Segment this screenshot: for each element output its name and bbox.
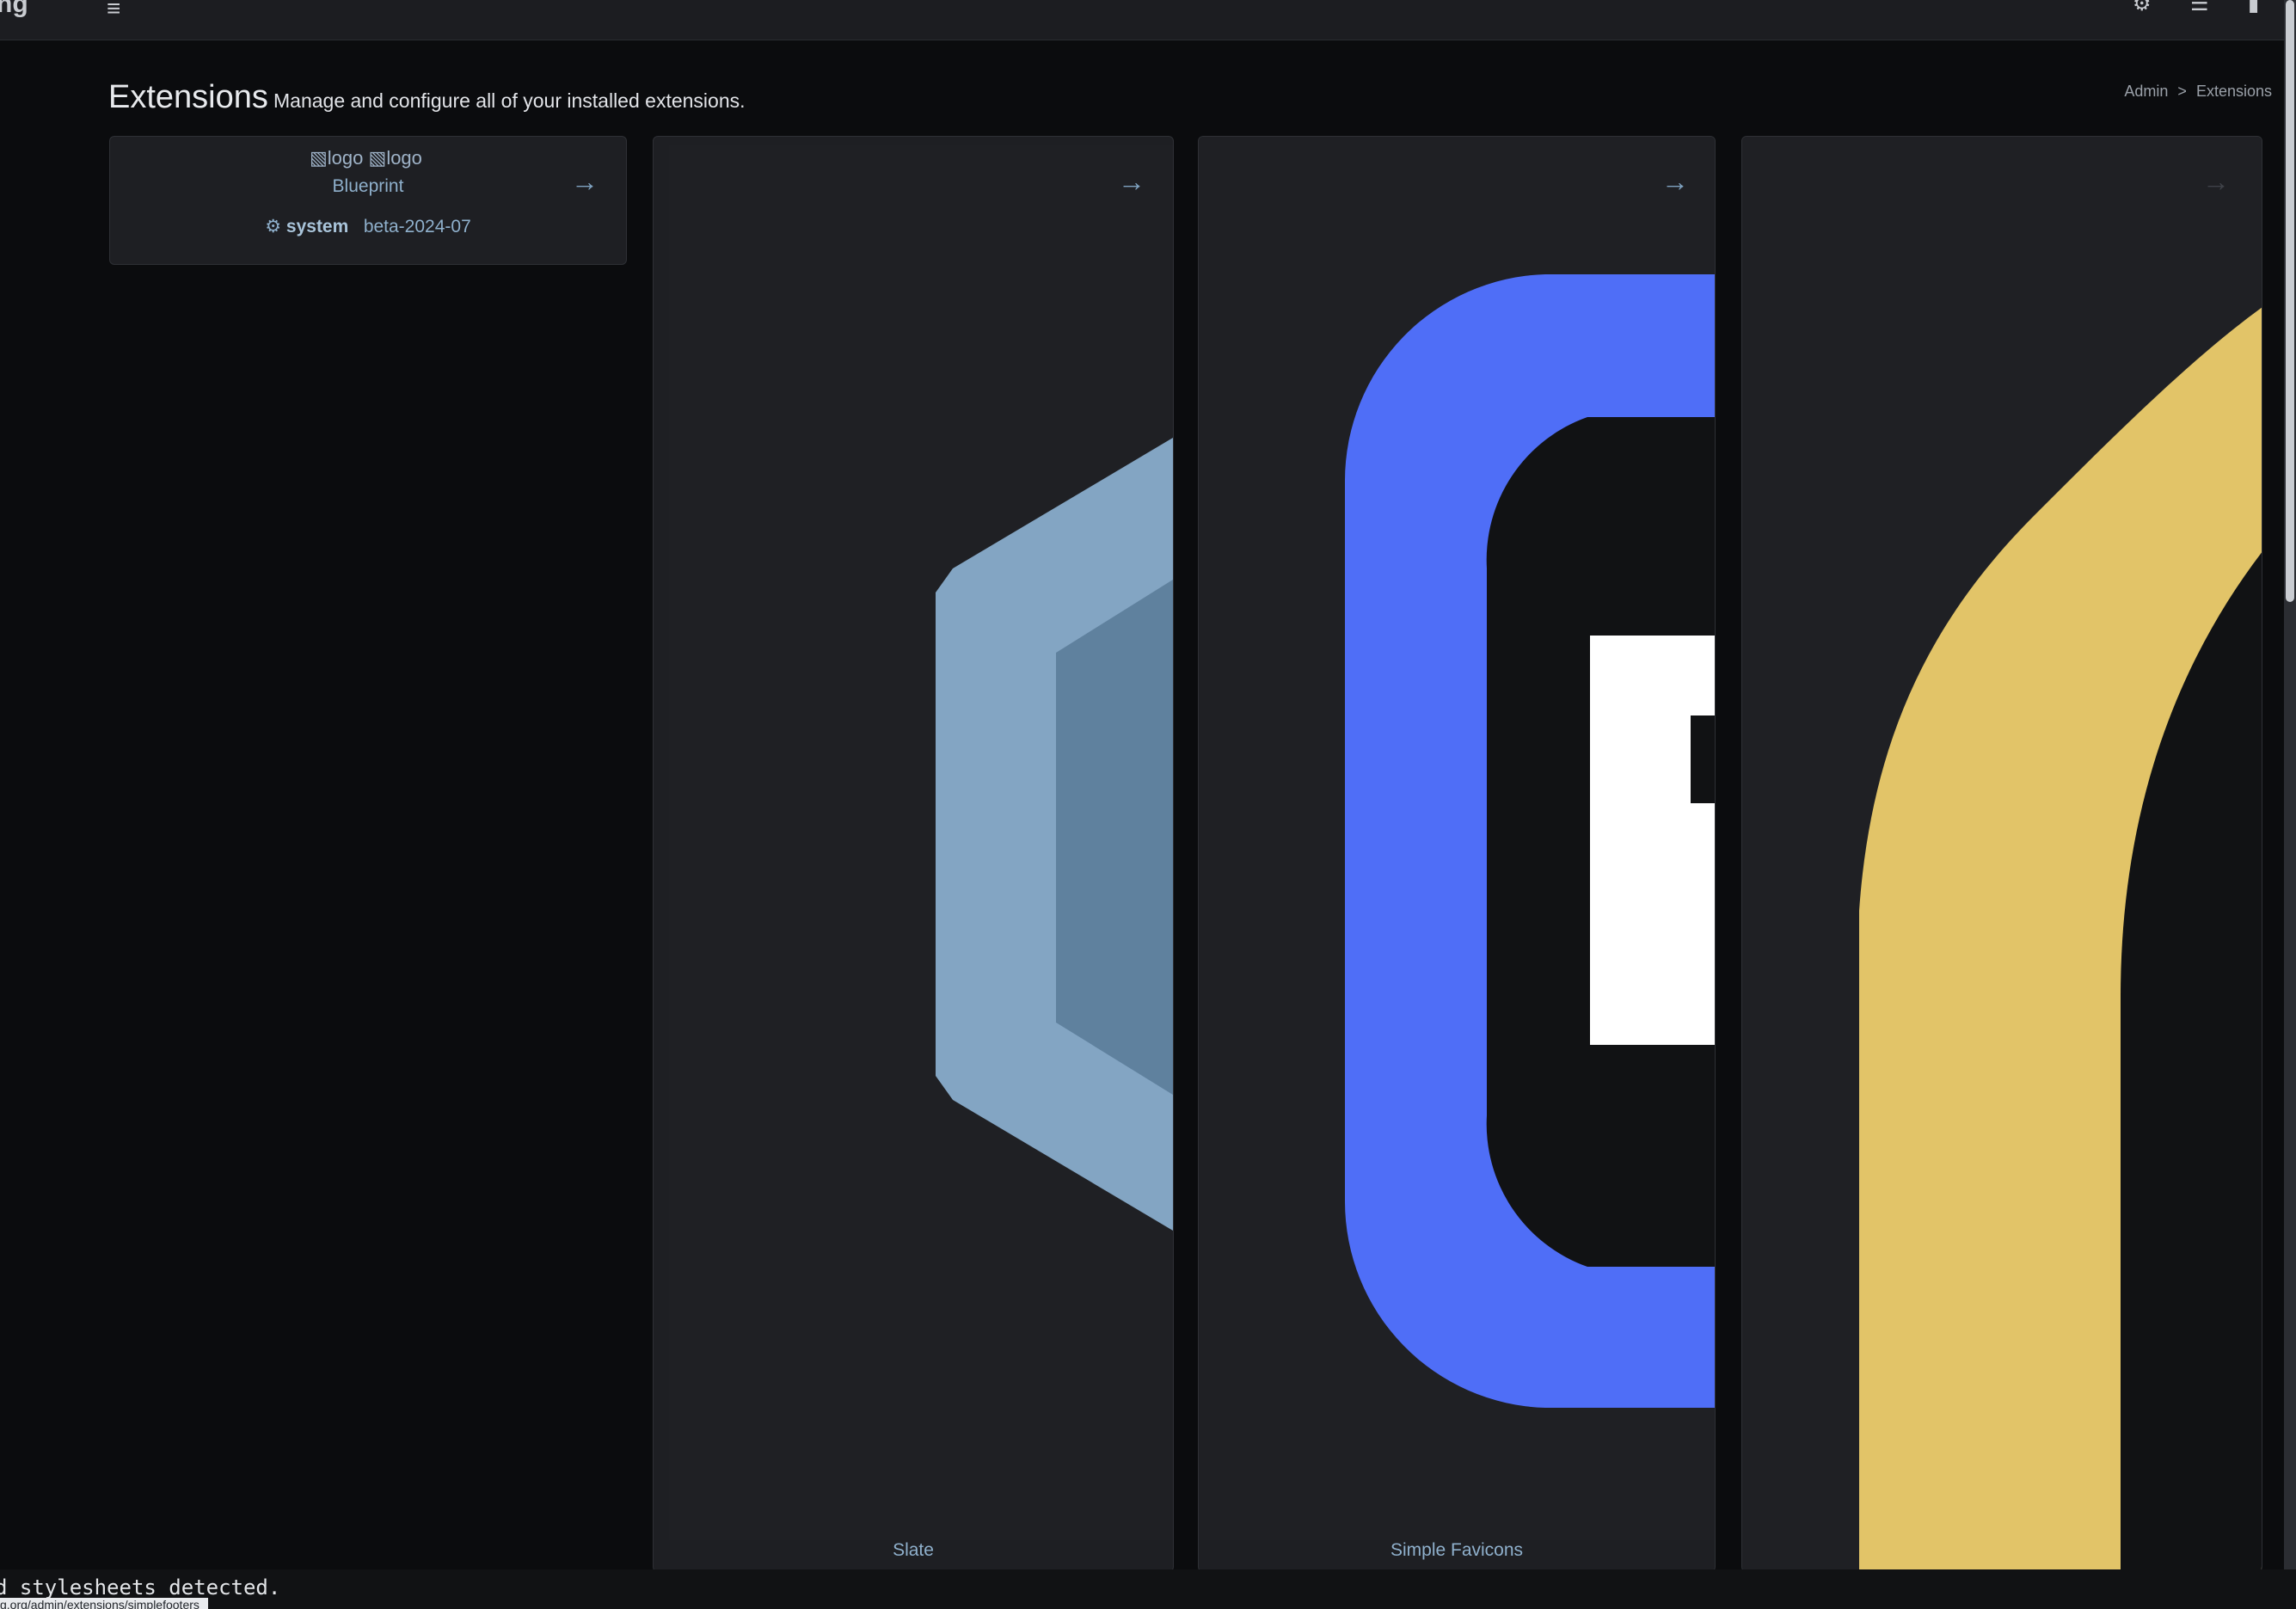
extension-name: Slate bbox=[893, 1540, 934, 1560]
user-icon[interactable]: ▮ bbox=[2248, 0, 2259, 16]
status-message: d stylesheets detected. bbox=[0, 1575, 281, 1600]
breadcrumb-separator: > bbox=[2177, 83, 2187, 100]
extension-card-arch[interactable]: → bbox=[1741, 136, 2262, 1572]
database-icon[interactable]: ☰ bbox=[2190, 0, 2209, 16]
breadcrumb-admin-link[interactable]: Admin bbox=[2124, 83, 2168, 100]
broken-image-icon: ▧ bbox=[310, 147, 328, 169]
menu-toggle-icon[interactable]: ≡ bbox=[107, 0, 120, 22]
page-title: Extensions bbox=[108, 79, 268, 115]
arrow-right-icon[interactable]: → bbox=[571, 166, 599, 198]
arrow-right-icon[interactable]: → bbox=[1118, 166, 1145, 198]
status-bar bbox=[0, 1569, 2296, 1609]
extension-name: Blueprint bbox=[332, 176, 404, 196]
breadcrumb-current: Extensions bbox=[2195, 83, 2272, 100]
arch-logo bbox=[1742, 137, 2262, 1571]
brand-name[interactable]: ng bbox=[0, 0, 28, 19]
broken-image-icon: ▧ bbox=[368, 147, 387, 169]
breadcrumb: Admin > Extensions bbox=[2124, 83, 2272, 101]
extension-version: beta-2024-07 bbox=[363, 217, 471, 236]
arrow-right-icon[interactable]: → bbox=[2202, 166, 2230, 198]
logo-alt-text: logo bbox=[327, 147, 364, 169]
hexagon-logo-icon bbox=[936, 438, 1173, 1231]
link-url-tooltip: g.org/admin/extensions/simplefooters bbox=[0, 1598, 208, 1609]
top-navbar bbox=[0, 0, 2284, 40]
page-subtitle: Manage and configure all of your install… bbox=[273, 89, 746, 112]
arrow-right-icon[interactable]: → bbox=[1661, 166, 1689, 198]
extension-card-simple-favicons[interactable]: → Simple Favicons bbox=[1198, 136, 1716, 1572]
extension-author: system bbox=[285, 217, 349, 236]
extension-card-slate[interactable]: → Slate bbox=[653, 136, 1174, 1572]
page-scrollbar-thumb[interactable] bbox=[2286, 0, 2294, 602]
arch-logo-icon bbox=[1859, 307, 2262, 1571]
puzzle-icon[interactable]: ⚙ bbox=[2133, 0, 2152, 16]
favicon-logo-icon bbox=[1345, 274, 1715, 1408]
gear-icon: ⚙ bbox=[265, 217, 282, 236]
logo-alt-text: logo bbox=[386, 147, 422, 169]
logo-images: ▧logo ▧logo bbox=[310, 147, 422, 169]
simple-favicons-logo bbox=[1199, 137, 1715, 1540]
extension-meta: ⚙ system beta-2024-07 bbox=[110, 216, 626, 237]
extension-card-blueprint[interactable]: ▧logo ▧logo Blueprint ⚙ system beta-2024… bbox=[109, 136, 627, 265]
slate-logo bbox=[669, 145, 1173, 1540]
extension-name: Simple Favicons bbox=[1390, 1540, 1524, 1560]
